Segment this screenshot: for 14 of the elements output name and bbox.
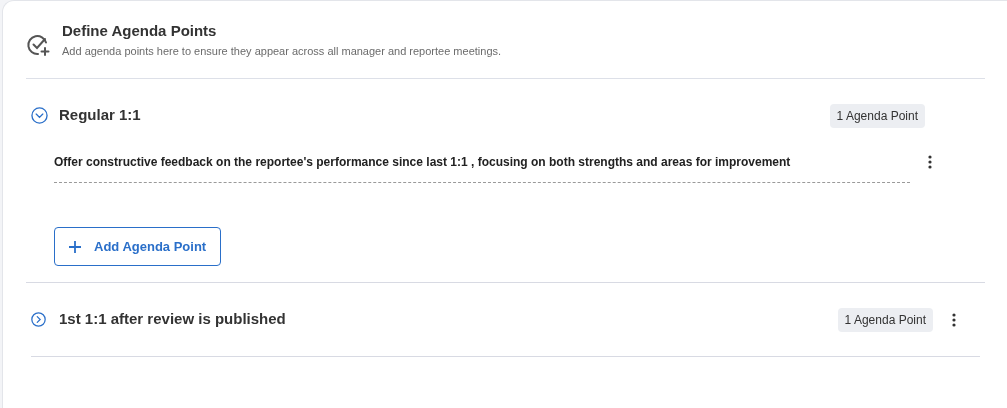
agenda-count-badge: 1 Agenda Point	[829, 103, 925, 128]
section-title: Define Agenda Points	[62, 21, 218, 41]
meeting-type-title: 1st 1:1 after review is published	[59, 309, 286, 330]
agenda-point-field[interactable]: Offer constructive feedback on the reportee's performance since last 1:1 , focusing on both strengths and areas for improvement	[54, 149, 910, 183]
section-description: Add agenda points here to ensure they appear across all manager and reportee meetings.	[62, 44, 502, 59]
check-plus-icon	[26, 33, 50, 57]
plus-icon	[69, 240, 81, 253]
meeting-type-title: Regular 1:1	[59, 105, 141, 126]
more-options-icon[interactable]	[952, 312, 956, 327]
more-options-icon[interactable]	[928, 154, 932, 169]
agenda-count-badge: 1 Agenda Point	[837, 307, 933, 332]
add-agenda-point-button[interactable]: Add Agenda Point	[54, 227, 222, 266]
expand-chevron-icon[interactable]	[31, 312, 46, 327]
collapse-chevron-icon[interactable]	[31, 107, 48, 124]
